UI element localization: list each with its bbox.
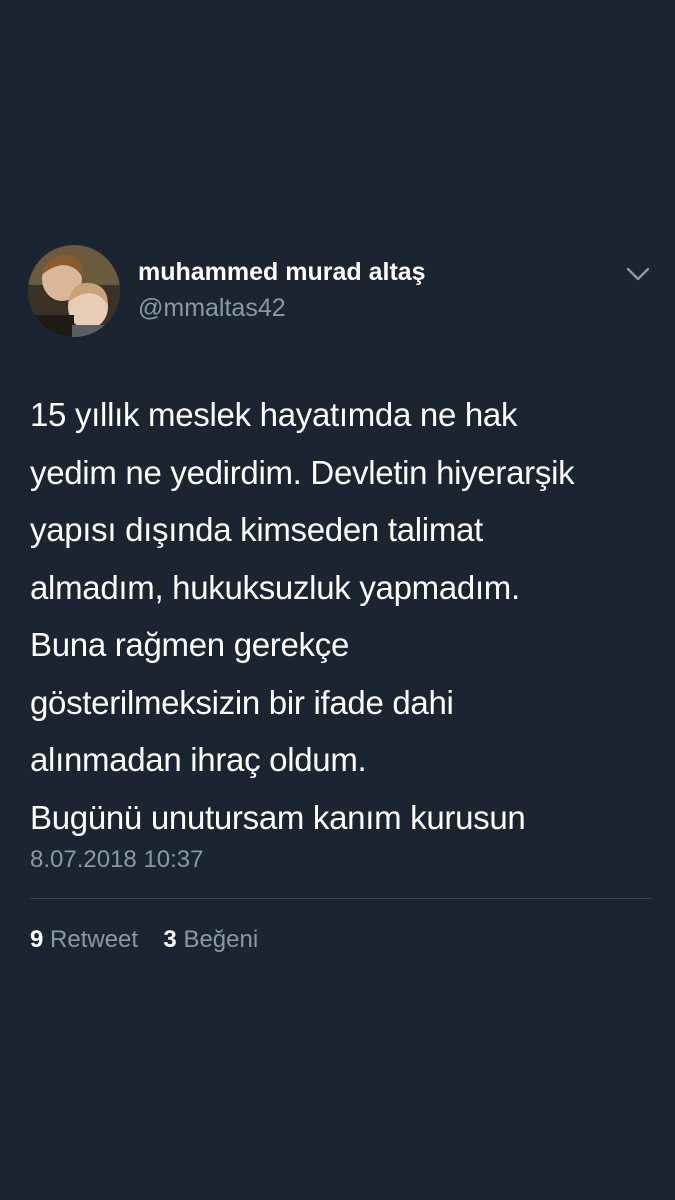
- tweet-text-line: alınmadan ihraç oldum.: [30, 741, 367, 778]
- tweet-text-line: gösterilmeksizin bir ifade dahi: [30, 683, 454, 721]
- likes-stat[interactable]: 3 Beğeni: [157, 926, 258, 953]
- tweet-text: 15 yıllık meslek hayatımda ne hak yedim …: [30, 386, 655, 846]
- author-display-name[interactable]: muhammed murad altaş: [138, 258, 426, 287]
- retweet-label: Retweet: [50, 926, 139, 953]
- tweet-timestamp[interactable]: 8.07.2018 10:37: [30, 846, 204, 874]
- author-avatar[interactable]: [28, 245, 120, 337]
- divider: [30, 898, 652, 899]
- retweets-stat[interactable]: 9 Retweet: [30, 926, 145, 953]
- tweet-stats: 9 Retweet 3 Beğeni: [30, 926, 258, 954]
- tweet-detail: muhammed murad altaş @mmaltas42 15 yıllı…: [0, 0, 675, 1200]
- tweet-text-line: yedim ne yedirdim. Devletin hiyerarşik: [30, 453, 575, 491]
- profile-photo-avatar-icon: [28, 245, 120, 337]
- tweet-text-line: Bugünü unutursam kanım kurusun: [30, 798, 526, 836]
- tweet-text-line: 15 yıllık meslek hayatımda ne hak: [30, 396, 518, 433]
- author-handle[interactable]: @mmaltas42: [138, 294, 286, 323]
- tweet-text-line: Buna rağmen gerekçe: [30, 626, 349, 663]
- tweet-text-line: yapısı dışında kimseden talimat: [30, 511, 483, 548]
- tweet-menu-button[interactable]: [623, 262, 653, 286]
- retweet-count: 9: [30, 926, 44, 953]
- tweet-text-line: almadım, hukuksuzluk yapmadım.: [30, 568, 520, 606]
- chevron-down-icon: [626, 267, 650, 281]
- like-label: Beğeni: [183, 926, 259, 953]
- like-count: 3: [163, 926, 177, 953]
